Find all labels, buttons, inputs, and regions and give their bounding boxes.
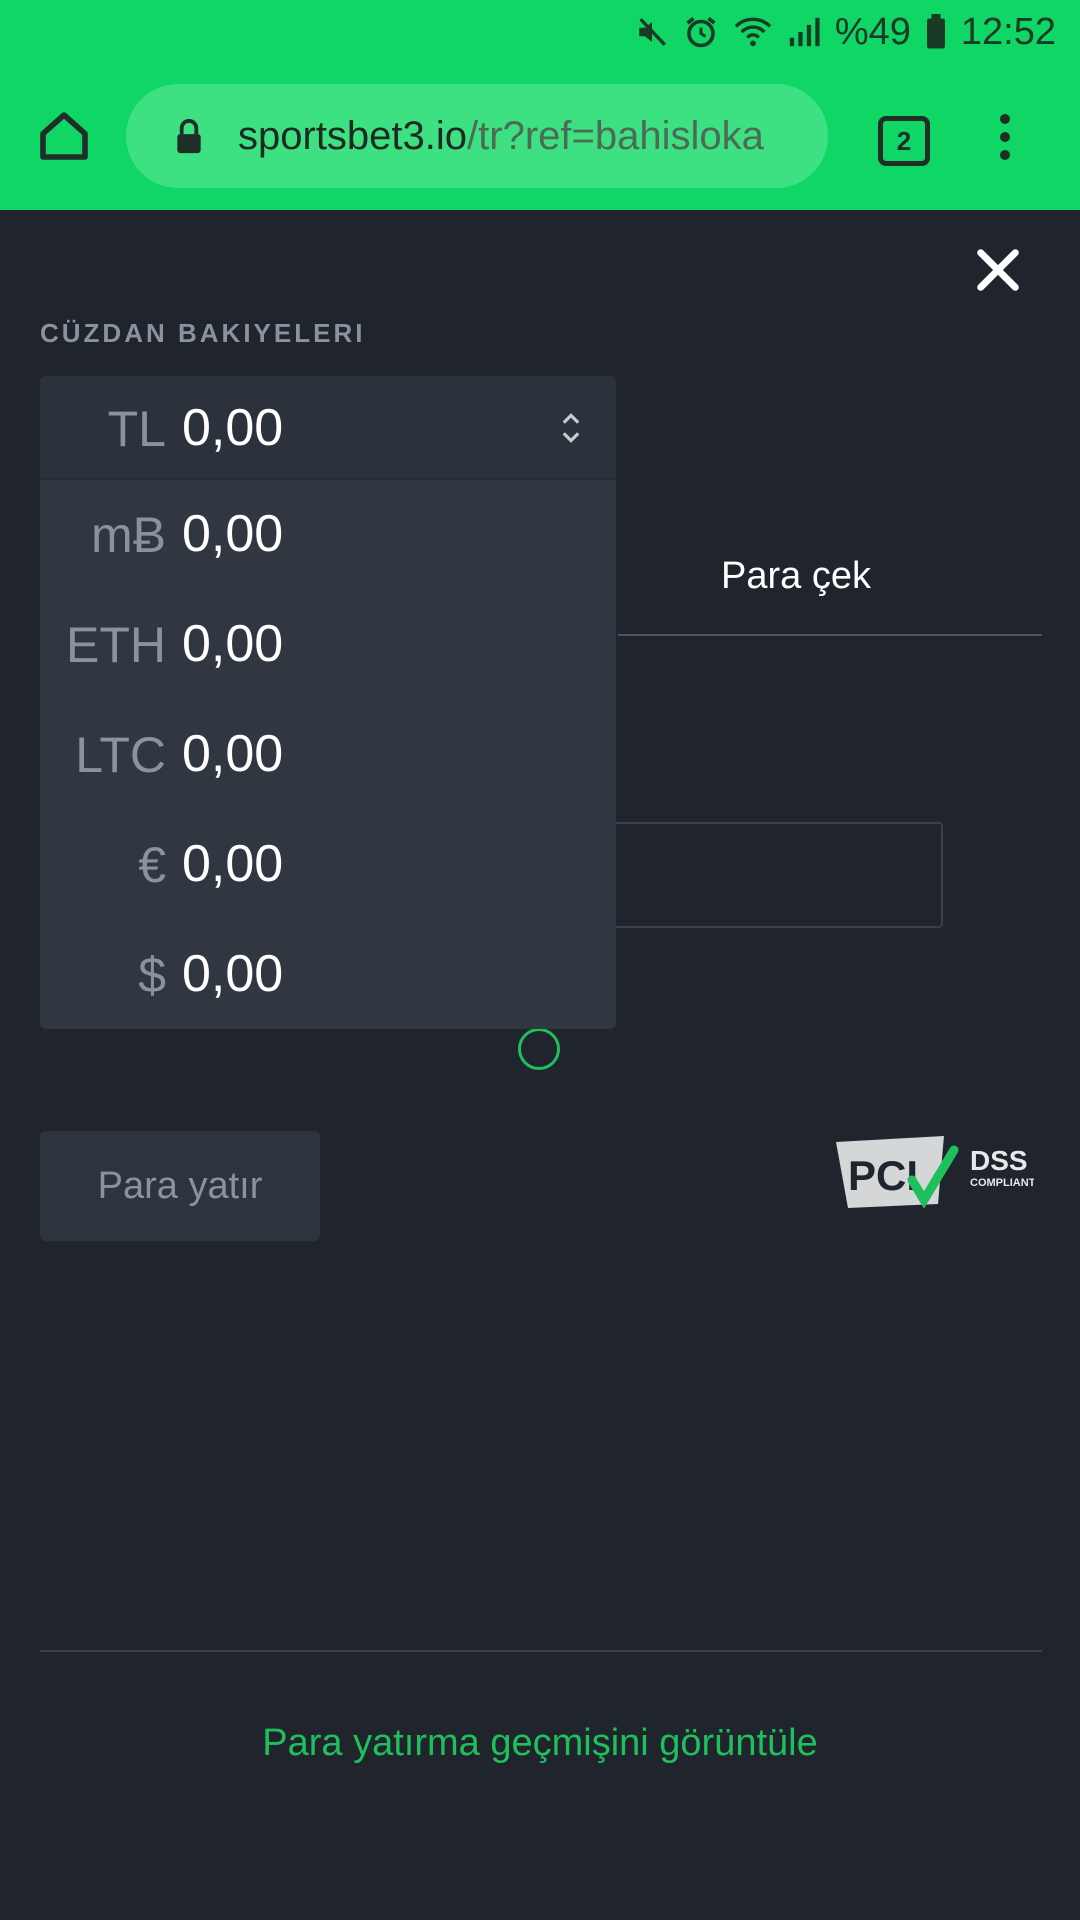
address-bar[interactable]: sportsbet3.io/tr?ref=bahisloka: [126, 84, 828, 188]
url-text[interactable]: sportsbet3.io/tr?ref=bahisloka: [238, 111, 808, 161]
home-icon[interactable]: [36, 108, 92, 164]
url-domain: sportsbet3.io: [238, 114, 468, 158]
chevron-up-down-icon: [560, 410, 582, 451]
deposit-history-link[interactable]: Para yatırma geçmişini görüntüle: [0, 1722, 1080, 1765]
option-amount: 0,00: [182, 615, 284, 673]
browser-toolbar: sportsbet3.io/tr?ref=bahisloka 2: [0, 64, 1080, 210]
pci-dss-logo: PCI DSS COMPLIANT: [834, 1136, 1036, 1216]
option-currency: LTC: [75, 727, 166, 783]
option-amount: 0,00: [182, 725, 284, 783]
option-currency: $: [138, 947, 166, 1003]
signal-icon: [787, 15, 821, 49]
divider: [40, 1650, 1042, 1652]
option-amount: 0,00: [182, 835, 284, 893]
currency-option[interactable]: $ 0,00: [40, 920, 616, 1029]
battery-percent: %49: [834, 10, 911, 53]
wallet-balances-label: CÜZDAN BAKIYELERI: [40, 318, 366, 348]
svg-text:PCI: PCI: [848, 1152, 918, 1199]
svg-text:DSS: DSS: [970, 1145, 1028, 1176]
battery-icon: [925, 14, 947, 50]
option-amount: 0,00: [182, 945, 284, 1003]
overflow-menu-icon[interactable]: [990, 114, 1020, 162]
currency-option[interactable]: € 0,00: [40, 810, 616, 920]
amount-input[interactable]: [560, 822, 943, 928]
currency-select[interactable]: TL 0,00: [40, 376, 616, 480]
option-currency: ETH: [66, 617, 166, 673]
option-currency: €: [138, 837, 166, 893]
currency-option[interactable]: mɃ 0,00: [40, 480, 616, 590]
svg-text:COMPLIANT: COMPLIANT: [970, 1177, 1034, 1189]
option-amount: 0,00: [182, 505, 284, 563]
lock-icon: [174, 118, 204, 161]
alarm-icon: [683, 14, 719, 50]
currency-option[interactable]: ETH 0,00: [40, 590, 616, 700]
status-bar: %49 12:52: [0, 0, 1080, 64]
mute-icon: [635, 15, 669, 49]
tab-underline: [618, 634, 1042, 636]
deposit-button[interactable]: Para yatır: [40, 1131, 320, 1241]
clock: 12:52: [960, 10, 1056, 53]
loading-spinner: [518, 1028, 560, 1070]
currency-option[interactable]: LTC 0,00: [40, 700, 616, 810]
option-currency: mɃ: [91, 507, 166, 563]
selected-amount: 0,00: [182, 399, 284, 457]
url-path: /tr?ref=bahisloka: [467, 114, 764, 158]
tab-withdraw[interactable]: Para çek: [618, 555, 974, 598]
selected-currency: TL: [107, 401, 166, 457]
status-icons: %49 12:52: [635, 10, 1056, 54]
currency-dropdown[interactable]: TL 0,00 mɃ 0,00 ETH 0,00 LTC 0,00 € 0,00…: [40, 376, 616, 1029]
tab-switcher-button[interactable]: 2: [878, 116, 930, 166]
wifi-icon: [733, 15, 773, 49]
close-icon[interactable]: [972, 244, 1024, 296]
